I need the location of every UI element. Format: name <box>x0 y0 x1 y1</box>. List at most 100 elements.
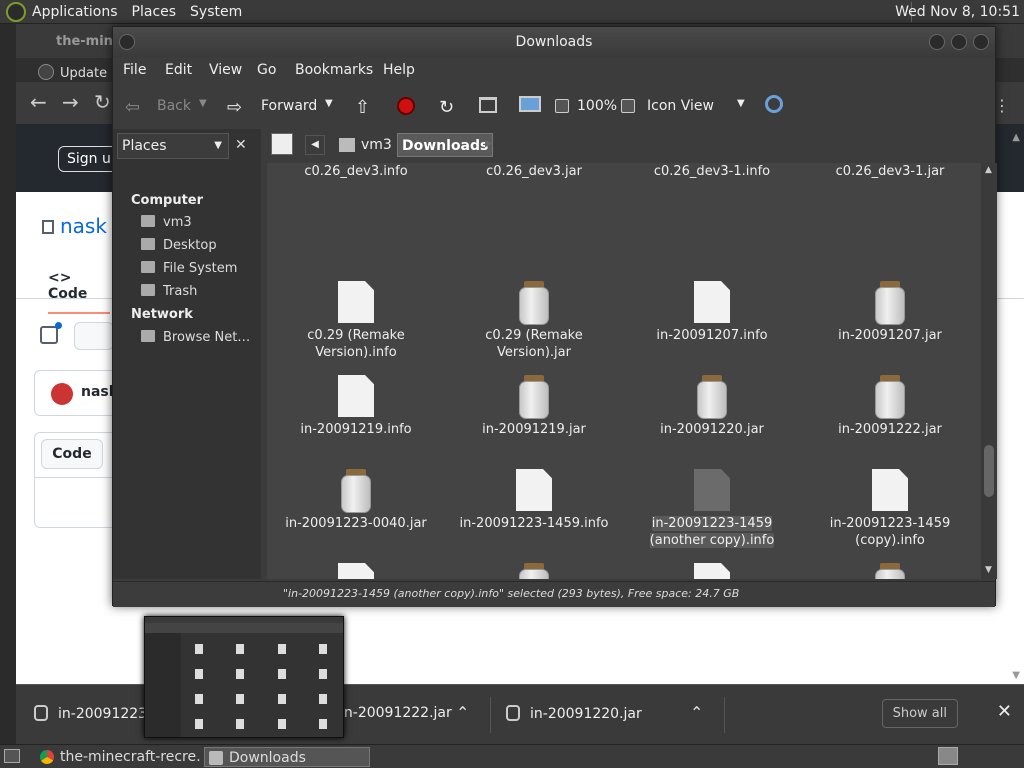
computer-icon[interactable] <box>519 96 541 112</box>
trash-icon <box>141 284 155 296</box>
scroll-up-arrow[interactable]: ▲ <box>985 165 992 175</box>
show-all-button[interactable]: Show all <box>881 699 958 728</box>
scroll-up-arrow[interactable]: ▲ <box>1012 132 1020 143</box>
distro-logo-icon[interactable] <box>6 1 26 22</box>
file-item[interactable]: in-20091219.jar <box>445 345 623 439</box>
menu-go[interactable]: Go <box>257 62 276 78</box>
file-item[interactable]: in-20091223-1459 (another copy).info <box>623 439 801 548</box>
workspace-switcher[interactable] <box>938 747 958 765</box>
sidebar-item-trash[interactable]: Trash <box>141 284 197 299</box>
file-item[interactable]: in-20091223-0040.jar <box>267 439 445 533</box>
back-arrow-icon[interactable]: ⇦ <box>125 97 140 118</box>
search-icon[interactable] <box>765 95 783 113</box>
chevron-up-icon[interactable]: ⌃ <box>690 703 703 722</box>
download-item[interactable]: in-20091220.jar <box>506 705 642 722</box>
repo-link[interactable]: nask <box>42 214 107 238</box>
menu-file[interactable]: File <box>123 62 146 78</box>
sidebar-item-vm3[interactable]: vm3 <box>141 215 192 230</box>
file-item[interactable]: in-20091207.jar <box>801 251 979 345</box>
file-item[interactable]: c0.26_dev3-1.info <box>623 163 801 251</box>
back-arrow-icon[interactable]: ← <box>30 90 47 114</box>
path-button-vm3[interactable]: vm3 <box>337 135 392 157</box>
sidebar-item-desktop[interactable]: Desktop <box>141 238 217 253</box>
forward-arrow-icon[interactable]: ⇨ <box>227 97 242 118</box>
file-item[interactable]: in-20100113.info <box>267 533 445 579</box>
forward-button[interactable]: Forward <box>261 98 317 114</box>
file-item[interactable]: c0.26_dev3.jar <box>445 163 623 251</box>
menu-edit[interactable]: Edit <box>165 62 192 78</box>
menu-system[interactable]: System <box>190 4 242 20</box>
file-item[interactable]: in-20091207.info <box>623 251 801 345</box>
file-item[interactable]: in-20091223-1459.info <box>445 439 623 533</box>
document-file-icon <box>338 281 374 323</box>
menu-applications[interactable]: Applications <box>32 4 118 20</box>
close-icon[interactable]: ✕ <box>997 701 1012 722</box>
vertical-scrollbar[interactable]: ▲ ▼ <box>981 163 997 579</box>
file-item[interactable]: in-20091219.info <box>267 345 445 439</box>
browser-update-tab[interactable]: Update 2 <box>38 64 119 81</box>
close-window-icon[interactable] <box>973 34 989 50</box>
file-item[interactable]: c0.29 (Remake Version).info <box>267 251 445 360</box>
sidebar-toggle-icon[interactable] <box>40 322 62 344</box>
home-icon[interactable] <box>479 97 497 113</box>
path-right-arrow-icon[interactable]: ▶ <box>485 135 493 153</box>
menu-help[interactable]: Help <box>383 62 415 78</box>
download-item[interactable]: in-20091222.jar <box>340 705 452 721</box>
file-item[interactable]: c0.26_dev3-1.jar <box>801 163 979 251</box>
tab-code[interactable]: <> Code <box>48 270 110 314</box>
sidebar-selector[interactable]: Places ▼ <box>117 133 229 159</box>
sidebar-item-browse-network[interactable]: Browse Net… <box>141 330 250 345</box>
file-item[interactable]: in-20100113.jar <box>445 533 623 579</box>
browser-menu-icon[interactable]: ⋮ <box>994 96 1010 115</box>
close-sidebar-icon[interactable]: ✕ <box>235 137 247 153</box>
file-name: in-20091223-1459.info <box>459 516 609 531</box>
minimize-icon[interactable] <box>929 34 945 50</box>
path-left-arrow-icon[interactable]: ◀ <box>305 135 325 155</box>
path-button-downloads[interactable]: Downloads <box>397 133 494 157</box>
download-item[interactable]: in-20091223 <box>34 705 147 722</box>
forward-arrow-icon[interactable]: → <box>62 90 79 114</box>
up-arrow-icon[interactable]: ⇧ <box>355 97 370 118</box>
file-view: c0.26_dev3.info c0.26_dev3.jar c0.26_dev3-… <box>267 163 981 579</box>
maximize-icon[interactable] <box>951 34 967 50</box>
file-item[interactable]: in-20091223-1459 (copy).info <box>801 439 979 548</box>
scroll-down-arrow[interactable]: ▼ <box>985 565 992 575</box>
file-item[interactable]: in-20100113c.jar <box>801 533 979 579</box>
zoom-out-icon[interactable] <box>555 99 569 113</box>
forward-history-chevron-icon[interactable]: ▼ <box>325 98 333 109</box>
chevron-up-icon[interactable]: ⌃ <box>456 703 469 722</box>
back-history-chevron-icon[interactable]: ▼ <box>199 98 207 109</box>
window-titlebar[interactable]: Downloads <box>113 27 995 57</box>
reload-icon[interactable]: ↻ <box>439 97 454 118</box>
show-desktop-icon[interactable] <box>4 749 20 763</box>
code-button[interactable]: Code <box>41 439 103 469</box>
reload-icon[interactable]: ↻ <box>94 90 111 114</box>
sidebar-item-filesystem[interactable]: File System <box>141 261 237 276</box>
taskbar-item-label: Downloads <box>229 750 306 766</box>
taskbar-item-browser[interactable]: the-minecraft-recre… <box>36 747 202 767</box>
window-thumbnail-preview[interactable] <box>144 616 344 738</box>
menu-bookmarks[interactable]: Bookmarks <box>295 62 373 78</box>
menu-places[interactable]: Places <box>132 4 177 20</box>
window-menu-icon[interactable] <box>119 34 135 50</box>
stop-icon[interactable] <box>397 97 415 115</box>
scroll-down-arrow[interactable]: ▼ <box>1012 670 1020 681</box>
signup-button[interactable]: Sign up <box>58 146 118 172</box>
file-item[interactable]: c0.26_dev3.info <box>267 163 445 251</box>
file-item[interactable]: c0.29 (Remake Version).jar <box>445 251 623 360</box>
back-button[interactable]: Back <box>157 98 191 114</box>
sidebar-item-label: vm3 <box>163 215 192 230</box>
taskbar-item-downloads[interactable]: Downloads <box>204 747 370 767</box>
menu-view[interactable]: View <box>209 62 242 78</box>
view-mode-select[interactable]: Icon View <box>647 98 714 114</box>
edit-location-icon[interactable] <box>271 133 293 155</box>
file-item[interactable]: in-20091220.jar <box>623 345 801 439</box>
file-item[interactable]: in-20100113c.info <box>623 533 801 579</box>
clock[interactable]: Wed Nov 8, 10:51 <box>895 4 1020 20</box>
scrollbar-thumb[interactable] <box>984 445 994 497</box>
zoom-in-icon[interactable] <box>621 99 635 113</box>
avatar[interactable] <box>51 383 73 405</box>
file-item[interactable]: in-20091222.jar <box>801 345 979 439</box>
view-mode-chevron-icon[interactable]: ▼ <box>737 98 745 109</box>
branch-button[interactable] <box>74 322 114 350</box>
